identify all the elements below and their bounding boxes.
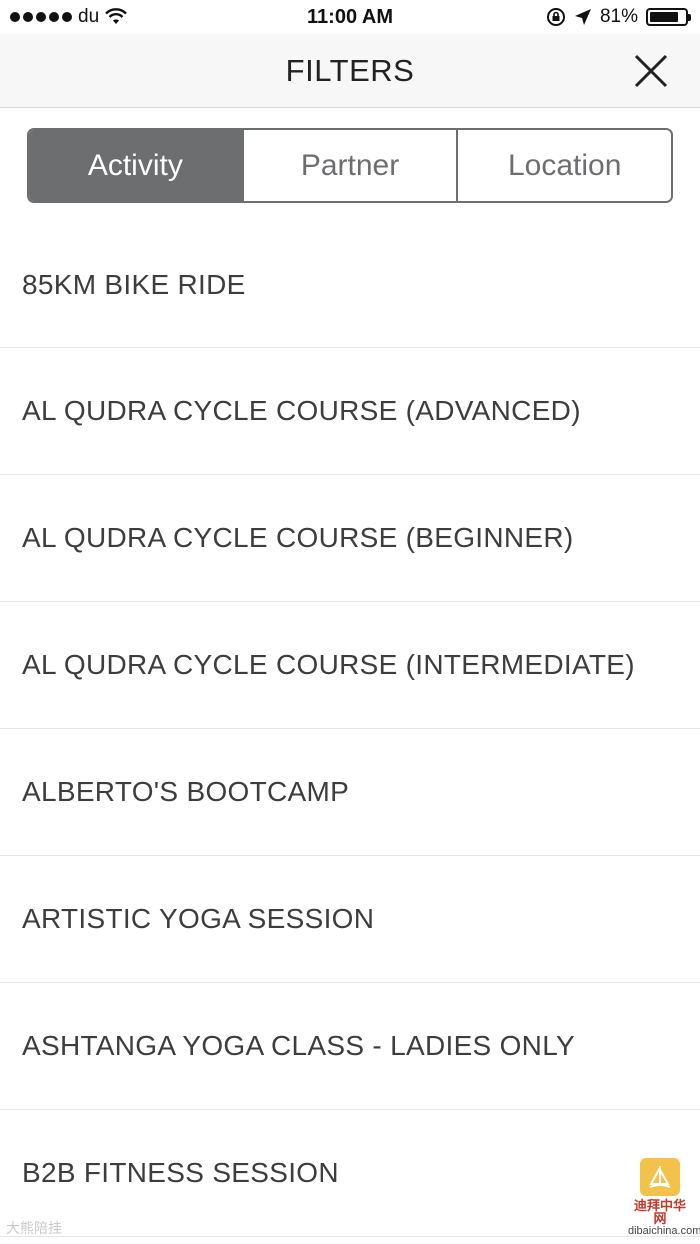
watermark-left-text: 大熊陪挂: [6, 1220, 62, 1236]
list-item[interactable]: ALBERTO'S BOOTCAMP: [0, 729, 700, 856]
tab-activity[interactable]: Activity: [29, 130, 244, 201]
signal-icon: [10, 12, 72, 22]
filter-tabs: Activity Partner Location: [27, 128, 673, 203]
list-item[interactable]: AL QUDRA CYCLE COURSE (ADVANCED): [0, 348, 700, 475]
watermark-left: 大熊陪挂: [6, 1218, 62, 1238]
activity-list: 85KM BIKE RIDE AL QUDRA CYCLE COURSE (AD…: [0, 222, 700, 1237]
list-item[interactable]: B2B FITNESS SESSION: [0, 1110, 700, 1237]
list-item[interactable]: 85KM BIKE RIDE: [0, 222, 700, 348]
location-arrow-icon: [574, 9, 591, 25]
list-item[interactable]: AL QUDRA CYCLE COURSE (INTERMEDIATE): [0, 602, 700, 729]
battery-icon: [646, 8, 691, 26]
wifi-icon: [105, 8, 127, 24]
list-item[interactable]: ARTISTIC YOGA SESSION: [0, 856, 700, 983]
watermark-url: dibaichina.com: [628, 1224, 700, 1237]
battery-percent: 81%: [599, 6, 638, 27]
tab-location[interactable]: Location: [458, 130, 671, 201]
watermark-cn: 迪拜中华网: [633, 1197, 686, 1226]
orientation-lock-icon: [546, 8, 565, 26]
status-right: 81%: [546, 6, 691, 28]
close-icon[interactable]: [632, 52, 670, 90]
tab-partner[interactable]: Partner: [243, 130, 459, 201]
list-item[interactable]: AL QUDRA CYCLE COURSE (BEGINNER): [0, 475, 700, 602]
watermark-right: 迪拜中华网 dibaichina.com: [628, 1157, 700, 1238]
filters-header: FILTERS: [0, 34, 700, 108]
watermark-logo-icon: [640, 1157, 680, 1196]
status-left: du: [10, 6, 127, 28]
carrier-label: du: [78, 6, 100, 27]
battery-fill: [650, 12, 678, 22]
status-bar: du 11:00 AM 81%: [0, 0, 700, 34]
list-item[interactable]: ASHTANGA YOGA CLASS - LADIES ONLY: [0, 983, 700, 1110]
page-title: FILTERS: [285, 52, 415, 88]
